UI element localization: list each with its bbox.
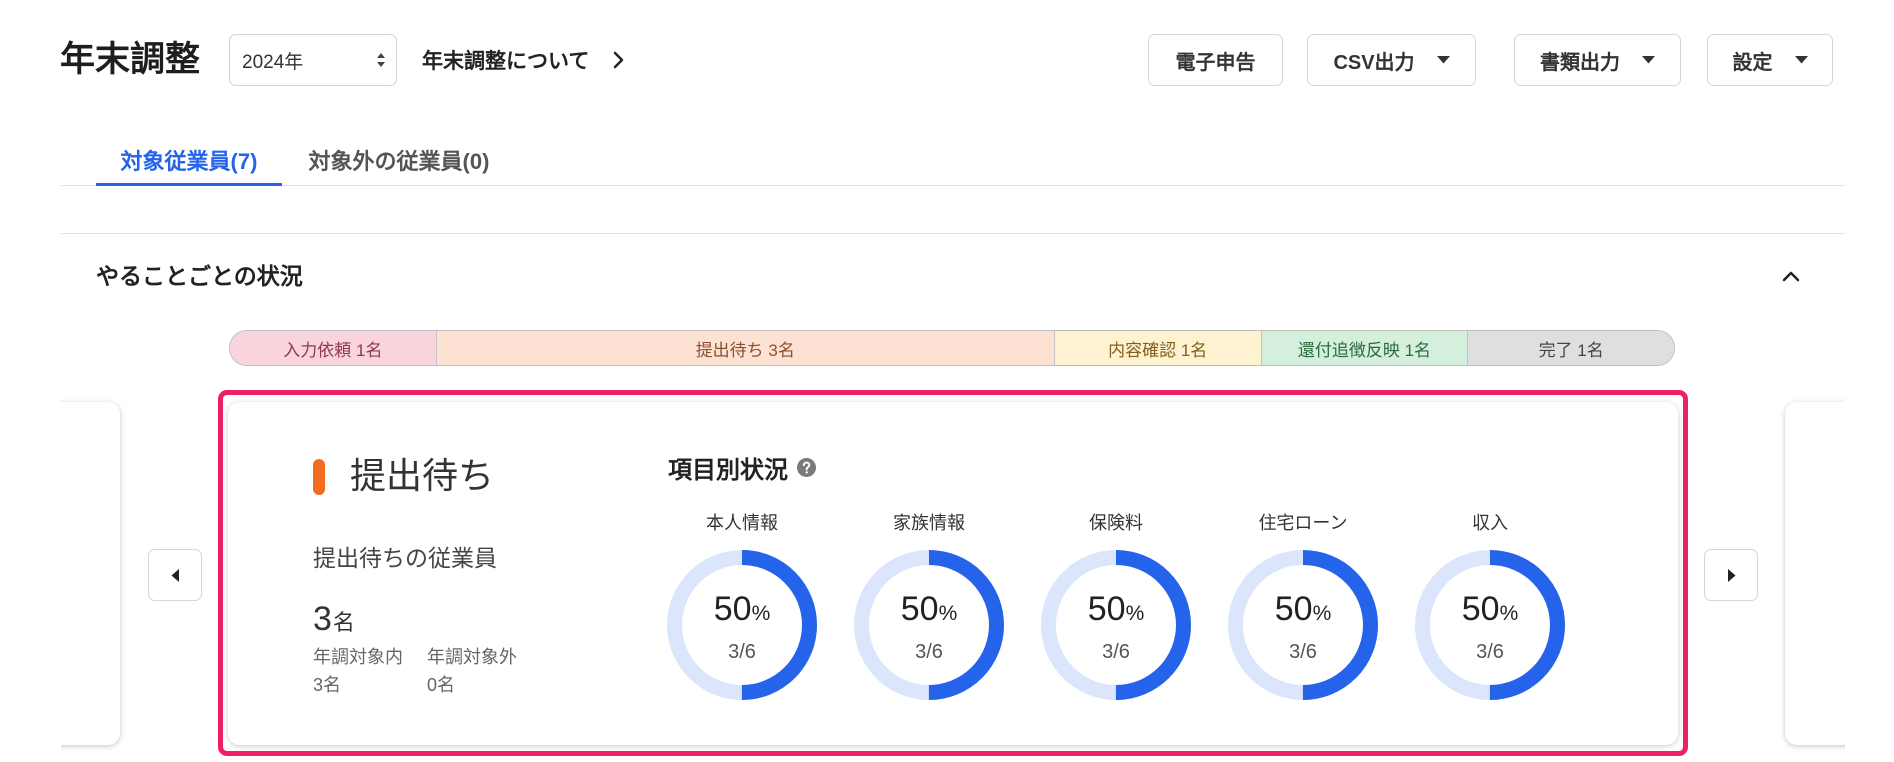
breakdown-label-excluded: 年調対象外 <box>427 647 517 667</box>
item-fraction: 3/6 <box>1102 641 1130 663</box>
item-percent-value: 50 <box>900 590 939 628</box>
employee-count: 3名 <box>313 598 355 647</box>
item-percent: 50% <box>1026 587 1206 638</box>
item-fraction: 3/6 <box>1476 641 1504 663</box>
item-percent-value: 50 <box>1087 590 1126 628</box>
document-export-button-label: 書類出力 <box>1540 51 1620 74</box>
caret-down-icon <box>1436 56 1450 64</box>
employee-count-unit: 名 <box>332 610 355 635</box>
caret-down-icon <box>1642 56 1655 64</box>
section-title: やることごとの状況 <box>96 263 303 289</box>
e-filing-button-label: 電子申告 <box>1175 51 1256 74</box>
status-segment-label: 入力依頼 1名 <box>283 340 383 360</box>
breakdown-value-excluded: 0名 <box>427 675 456 695</box>
settings-button[interactable]: 設定 <box>1707 34 1833 86</box>
status-segment-awaiting-submission[interactable]: 提出待ち 3名 <box>435 331 1054 365</box>
year-end-adjustment-page: 年末調整 2024年 年末調整について 電子申告 CSV出力 書類出力 設定 対… <box>0 0 1894 762</box>
carousel-next-button[interactable] <box>1704 549 1758 601</box>
item-percent-value: 50 <box>713 590 752 628</box>
breakdown-label-included: 年調対象内 <box>313 647 403 667</box>
status-card-title: 提出待ち <box>350 455 495 496</box>
caret-down-icon <box>1794 56 1808 64</box>
prev-card-viewport <box>61 392 131 757</box>
year-select-value: 2024年 <box>242 51 304 73</box>
item-label: 家族情報 <box>893 513 965 533</box>
item-progress-family-info: 家族情報 50% 3/6 <box>839 402 1019 745</box>
status-segment-refund-reflection[interactable]: 還付追徴反映 1名 <box>1260 331 1468 365</box>
caret-left-icon <box>171 568 179 582</box>
employee-count-value: 3 <box>313 600 332 638</box>
status-progress-bar: 入力依頼 1名 提出待ち 3名 内容確認 1名 還付追徴反映 1名 完了 1名 <box>229 330 1675 366</box>
chevron-right-icon <box>614 51 624 69</box>
item-percent: 50% <box>1213 587 1393 638</box>
year-select[interactable]: 2024年 <box>229 34 397 86</box>
status-card-awaiting-submission: 提出待ち 提出待ちの従業員 3名 年調対象内 3名 年調対象外 0名 項目別状況… <box>228 402 1678 745</box>
item-percent: 50% <box>652 587 832 638</box>
item-percent-unit: % <box>938 602 958 625</box>
carousel-prev-button[interactable] <box>148 549 202 601</box>
csv-export-button[interactable]: CSV出力 <box>1307 34 1476 86</box>
status-segment-label: 提出待ち 3名 <box>695 340 795 360</box>
item-percent-value: 50 <box>1274 590 1313 628</box>
caret-right-icon <box>1727 568 1735 582</box>
select-arrows-icon <box>377 53 385 67</box>
status-segment-label: 内容確認 1名 <box>1108 340 1208 360</box>
status-segment-complete[interactable]: 完了 1名 <box>1467 331 1674 365</box>
item-progress-housing-loan: 住宅ローン 50% 3/6 <box>1213 402 1393 745</box>
tab-label: 対象従業員(7) <box>120 148 258 174</box>
status-accent-bar <box>313 459 325 495</box>
item-label: 住宅ローン <box>1258 513 1348 533</box>
document-export-button[interactable]: 書類出力 <box>1514 34 1681 86</box>
item-percent-value: 50 <box>1461 590 1500 628</box>
employees-label: 提出待ちの従業員 <box>313 545 497 571</box>
item-label: 収入 <box>1472 513 1508 533</box>
item-percent: 50% <box>839 587 1019 638</box>
status-segment-content-review[interactable]: 内容確認 1名 <box>1053 331 1261 365</box>
status-segment-input-request[interactable]: 入力依頼 1名 <box>230 331 436 365</box>
tab-target-employees[interactable]: 対象従業員(7) <box>96 136 282 186</box>
status-segment-label: 還付追徴反映 1名 <box>1297 340 1432 360</box>
next-card-viewport <box>1775 392 1845 757</box>
tab-label: 対象外の従業員(0) <box>308 148 490 174</box>
settings-button-label: 設定 <box>1732 51 1773 74</box>
page-title: 年末調整 <box>60 40 201 79</box>
breakdown-value-included: 3名 <box>313 675 342 695</box>
tab-excluded-employees[interactable]: 対象外の従業員(0) <box>282 136 516 186</box>
about-year-end-adjustment-link[interactable]: 年末調整について <box>422 34 624 86</box>
item-progress-personal-info: 本人情報 50% 3/6 <box>652 402 832 745</box>
item-fraction: 3/6 <box>915 641 943 663</box>
item-percent-unit: % <box>1499 602 1519 625</box>
item-percent: 50% <box>1400 587 1580 638</box>
status-segment-label: 完了 1名 <box>1538 340 1604 360</box>
item-label: 本人情報 <box>706 513 778 533</box>
item-progress-insurance: 保険料 50% 3/6 <box>1026 402 1206 745</box>
item-percent-unit: % <box>1312 602 1332 625</box>
item-progress-income: 収入 50% 3/6 <box>1400 402 1580 745</box>
e-filing-button[interactable]: 電子申告 <box>1148 34 1283 86</box>
item-percent-unit: % <box>1125 602 1145 625</box>
about-link-label: 年末調整について <box>422 50 590 73</box>
chevron-up-icon <box>1782 271 1800 282</box>
item-fraction: 3/6 <box>728 641 756 663</box>
next-status-card-peek[interactable] <box>1785 402 1845 745</box>
item-label: 保険料 <box>1089 513 1143 533</box>
prev-status-card-peek[interactable] <box>61 402 120 745</box>
section-divider <box>61 233 1845 234</box>
csv-export-button-label: CSV出力 <box>1333 51 1415 74</box>
collapse-section-button[interactable] <box>1778 262 1804 290</box>
item-fraction: 3/6 <box>1289 641 1317 663</box>
item-percent-unit: % <box>751 602 771 625</box>
